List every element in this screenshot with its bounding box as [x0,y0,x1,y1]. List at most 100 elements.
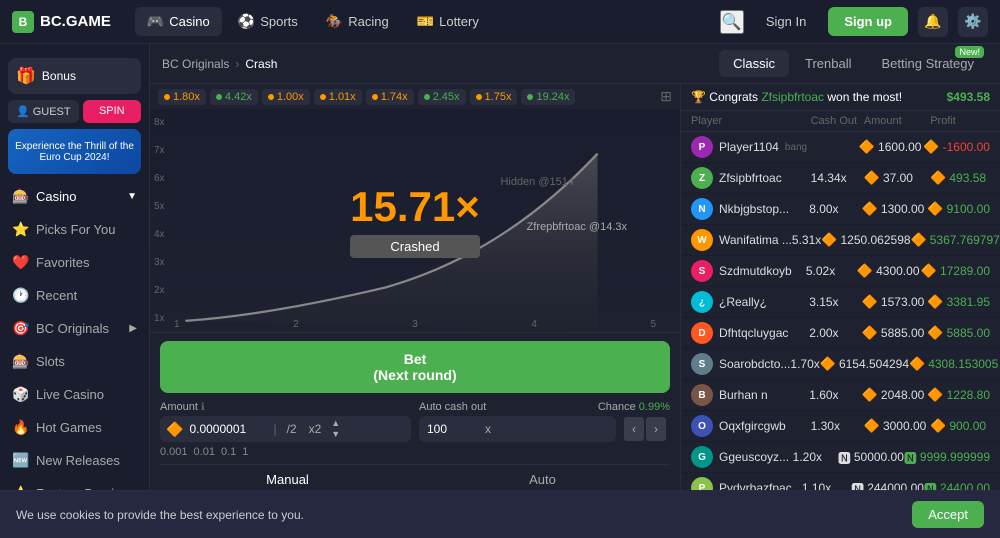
sidebar-item-live-casino[interactable]: 🎲 Live Casino [0,378,149,411]
search-button[interactable]: 🔍 [720,10,744,34]
table-row[interactable]: S Soarobdcto... 1.70x 🔶 6154.504294 🔶 43… [681,349,1000,380]
player-cell: S Szdmutdkoyb [691,260,806,282]
sub-val-001[interactable]: 0.001 [160,446,188,458]
coin-icon: 🅽 [838,448,851,467]
table-row[interactable]: W Wanifatima ... 5.31x 🔶 1250.062598 🔶 5… [681,225,1000,256]
sub-val-full[interactable]: 1 [242,446,248,458]
amount-label: Amount ℹ [160,401,411,413]
breadcrumb-parent[interactable]: BC Originals [162,57,229,71]
amount-val: 6154.504294 [839,357,909,371]
table-row[interactable]: G Ggeuscoyz... 1.20x 🅽 50000.00 🅽 9999.9… [681,442,1000,473]
accept-cookie-button[interactable]: Accept [912,501,984,528]
settings-button[interactable]: ⚙️ [958,7,988,37]
sub-val-01[interactable]: 0.01 [194,446,215,458]
amount-cell: 🔶 1573.00 [862,294,928,310]
guest-button[interactable]: 👤 GUEST [8,100,79,123]
sidebar-originals-label: BC Originals [36,321,109,336]
spin-button[interactable]: SPIN [83,100,141,123]
sidebar-item-hot-games[interactable]: 🔥 Hot Games [0,411,149,444]
col-profit: Profit [930,115,990,127]
profit-coin-icon: 🅽 [904,448,917,467]
table-row[interactable]: S Szdmutdkoyb 5.02x 🔶 4300.00 🔶 17289.00 [681,256,1000,287]
ticker-item-5[interactable]: 2.45x [418,89,466,105]
sub-val-1[interactable]: 0.1 [221,446,236,458]
ticker-item-4[interactable]: 1.74x [366,89,414,105]
coin-icon: 🔶 [859,139,875,155]
table-row[interactable]: ¿ ¿Really¿ 3.15x 🔶 1573.00 🔶 3381.95 [681,287,1000,318]
bet-button[interactable]: Bet (Next round) [160,341,670,393]
table-row[interactable]: D Dfhtqcluygac 2.00x 🔶 5885.00 🔶 5885.00 [681,318,1000,349]
tab-trenball[interactable]: Trenball [791,50,865,77]
sidebar-item-slots[interactable]: 🎰 Slots [0,345,149,378]
profit-coin-icon: 🔶 [923,139,939,155]
tab-betting-strategy[interactable]: New! Betting Strategy [868,50,989,77]
nav-item-sports[interactable]: ⚽ Sports [226,7,310,36]
content: BC Originals › Crash Classic Trenball Ne… [150,44,1000,538]
sidebar-item-casino[interactable]: 🎰 Casino ▼ [0,180,149,213]
bonus-icon: 🎁 [16,66,36,86]
nav-items: 🎮 Casino ⚽ Sports 🏇 Racing 🎫 Lottery [135,7,712,36]
spin-label: SPIN [99,105,125,117]
table-row[interactable]: Z Zfsipbfrtoac 14.34x 🔶 37.00 🔶 493.58 [681,163,1000,194]
nav-racing-label: Racing [348,14,388,29]
amount-val: 50000.00 [854,450,904,464]
signup-button[interactable]: Sign up [828,7,908,36]
table-row[interactable]: N Nkbjgbstop... 8.00x 🔶 1300.00 🔶 9100.0… [681,194,1000,225]
ticker-dot-7 [527,94,533,100]
amount-cell: 🔶 4300.00 [857,263,921,279]
double-button[interactable]: x2 [303,422,328,436]
table-row[interactable]: B Burhan n 1.60x 🔶 2048.00 🔶 1228.80 [681,380,1000,411]
ticker-item-3[interactable]: 1.01x [314,89,362,105]
ticker-dot-3 [320,94,326,100]
amount-label-text: Amount [160,401,198,413]
tab-classic[interactable]: Classic [719,50,789,77]
notifications-button[interactable]: 🔔 [918,7,948,37]
sidebar-item-favorites[interactable]: ❤️ Favorites [0,246,149,279]
amount-val: 1573.00 [881,295,924,309]
signin-button[interactable]: Sign In [754,8,818,35]
player-cell: S Soarobdcto... [691,353,790,375]
cashout-prev-button[interactable]: ‹ [624,417,644,441]
sidebar-item-recent[interactable]: 🕐 Recent [0,279,149,312]
nav-item-racing[interactable]: 🏇 Racing [314,7,401,36]
cashout-val: 2.00x [809,326,862,340]
sidebar-item-picks[interactable]: ⭐ Picks For You [0,213,149,246]
amount-down-arrow[interactable]: ▼ [331,429,340,440]
ticker-bar: 1.80x 4.42x 1.00x 1.01x [150,84,680,109]
ticker-item-6[interactable]: 1.75x [470,89,518,105]
cashout-val: 1.70x [790,357,819,371]
half-button[interactable]: /2 [281,422,303,436]
cashout-val: 1.30x [811,419,864,433]
ticker-item-0[interactable]: 1.80x [158,89,206,105]
nav-item-lottery[interactable]: 🎫 Lottery [405,7,491,36]
avatar: S [691,353,713,375]
table-row[interactable]: O Oqxfgircgwb 1.30x 🔶 3000.00 🔶 900.00 [681,411,1000,442]
cashout-next-button[interactable]: › [646,417,666,441]
chance-label: Chance 0.99% [598,401,670,413]
player-name: Dfhtqcluygac [719,326,788,340]
amount-input[interactable] [189,416,269,442]
chance-value: 0.99% [639,401,670,413]
breadcrumb-current: Crash [245,57,277,71]
nav-item-casino[interactable]: 🎮 Casino [135,7,222,36]
grid-icon[interactable]: ⊞ [660,88,672,105]
ticker-val-5: 2.45x [433,91,460,103]
header: B BC.GAME 🎮 Casino ⚽ Sports 🏇 Racing 🎫 L… [0,0,1000,44]
cashout-input[interactable] [419,416,479,442]
profit-coin-icon: 🔶 [927,201,943,217]
ticker-val-1: 4.42x [225,91,252,103]
promo-banner[interactable]: Experience the Thrill of the Euro Cup 20… [8,129,141,174]
guest-spin-row: 👤 GUEST SPIN [8,100,141,123]
sidebar-item-bc-originals[interactable]: 🎯 BC Originals ▶ [0,312,149,345]
amount-val: 4300.00 [876,264,919,278]
ticker-item-7[interactable]: 19.24x [521,89,575,105]
table-row[interactable]: P Player1104 bang 🔶 1600.00 🔶 -1600.00 [681,132,1000,163]
amount-up-arrow[interactable]: ▲ [331,418,340,429]
ticker-item-2[interactable]: 1.00x [262,89,310,105]
sidebar-bonus[interactable]: 🎁 Bonus [8,58,141,94]
logo[interactable]: B BC.GAME [12,11,111,33]
avatar: S [691,260,713,282]
profit-cell: 🔶 4308.153005 [909,356,998,372]
sidebar-item-new-releases[interactable]: 🆕 New Releases [0,444,149,477]
ticker-item-1[interactable]: 4.42x [210,89,258,105]
